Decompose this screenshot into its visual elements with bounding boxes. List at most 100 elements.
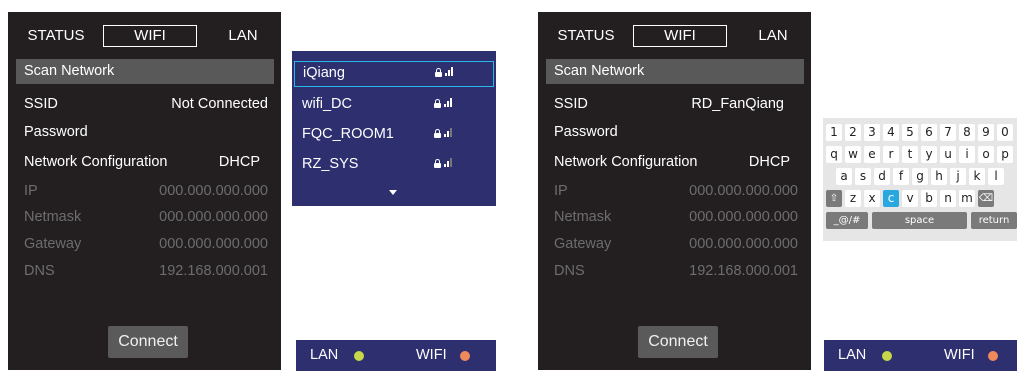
wifi-signal-icon [444,128,454,137]
network-name: iQiang [303,65,345,81]
ip-label: IP [554,183,568,199]
key-backspace[interactable]: ⌫ [978,190,994,207]
key-2[interactable]: 2 [845,124,861,141]
key-q[interactable]: q [826,146,842,163]
ip-row: IP 000.000.000.000 [554,181,806,201]
ssid-row[interactable]: SSID RD_FanQiang [554,94,806,114]
key-i[interactable]: i [959,146,975,163]
key-t[interactable]: t [902,146,918,163]
key-m[interactable]: m [959,190,975,207]
key-4[interactable]: 4 [883,124,899,141]
key-f[interactable]: f [893,168,909,185]
wifi-status-label: WIFI [944,347,975,363]
key-n[interactable]: n [940,190,956,207]
key-0[interactable]: 0 [997,124,1013,141]
tab-lan[interactable]: LAN [213,25,273,47]
ip-value: 000.000.000.000 [689,183,798,199]
dns-value: 192.168.000.001 [159,263,268,279]
network-name: FQC_ROOM1 [302,126,394,142]
gateway-row: Gateway 000.000.000.000 [554,234,806,254]
network-config-row[interactable]: Network Configuration DHCP [24,152,276,172]
ssid-value: RD_FanQiang [691,96,784,112]
network-item-wifi-dc[interactable]: wifi_DC [294,91,494,117]
network-name: wifi_DC [302,96,352,112]
lock-icon [434,129,441,138]
dns-label: DNS [554,263,585,279]
connect-button[interactable]: Connect [638,326,718,358]
tab-status[interactable]: STATUS [16,25,96,47]
ssid-row[interactable]: SSID Not Connected [24,94,276,114]
lan-status-dot [882,351,892,361]
password-row[interactable]: Password [24,122,276,142]
key-g[interactable]: g [912,168,928,185]
key-u[interactable]: u [940,146,956,163]
key-j[interactable]: j [950,168,966,185]
key-w[interactable]: w [845,146,861,163]
network-config-value: DHCP [218,154,260,170]
netmask-value: 000.000.000.000 [689,209,798,225]
key-a[interactable]: a [836,168,852,185]
key-v[interactable]: v [902,190,918,207]
signal-indicator [434,151,454,177]
key-9[interactable]: 9 [978,124,994,141]
key-5[interactable]: 5 [902,124,918,141]
network-config-label: Network Configuration [24,154,168,170]
network-item-iqiang[interactable]: iQiang [294,61,494,87]
lock-icon [435,68,442,77]
key-symbols[interactable]: _@/# [826,212,868,229]
network-config-row[interactable]: Network Configuration DHCP [554,152,806,172]
key-x[interactable]: x [864,190,880,207]
key-o[interactable]: o [978,146,994,163]
key-c[interactable]: c [883,190,899,207]
wifi-signal-icon [445,67,455,76]
scroll-down-icon[interactable] [389,190,397,195]
gateway-row: Gateway 000.000.000.000 [24,234,276,254]
tab-bar: STATUS WIFI LAN [538,25,811,47]
connect-button[interactable]: Connect [108,326,188,358]
dns-row: DNS 192.168.000.001 [24,261,276,281]
key-8[interactable]: 8 [959,124,975,141]
network-item-fqc-room1[interactable]: FQC_ROOM1 [294,121,494,147]
scan-network-button[interactable]: Scan Network [16,59,274,84]
network-list-dropdown: iQiang wifi_DC FQC_ROOM1 RZ_SYS [292,51,496,206]
network-config-value: DHCP [748,154,790,170]
key-e[interactable]: e [864,146,880,163]
key-l[interactable]: l [988,168,1004,185]
netmask-label: Netmask [554,209,612,225]
key-6[interactable]: 6 [921,124,937,141]
key-d[interactable]: d [874,168,890,185]
key-1[interactable]: 1 [826,124,842,141]
key-h[interactable]: h [931,168,947,185]
password-row[interactable]: Password [554,122,806,142]
key-space[interactable]: space [872,212,967,229]
wifi-status-dot [460,351,470,361]
key-y[interactable]: y [921,146,937,163]
scan-network-button[interactable]: Scan Network [546,59,804,84]
key-return[interactable]: return [971,212,1017,229]
ssid-value: Not Connected [171,96,268,112]
tab-wifi[interactable]: WIFI [103,25,197,47]
key-r[interactable]: r [883,146,899,163]
key-b[interactable]: b [921,190,937,207]
tab-status[interactable]: STATUS [546,25,626,47]
wifi-settings-panel-right: STATUS WIFI LAN Scan Network SSID RD_Fan… [538,12,811,370]
wifi-status-label: WIFI [416,347,447,363]
key-3[interactable]: 3 [864,124,880,141]
on-screen-keyboard: 1234567890 qwertyuiop asdfghjkl ⇧ z x c v b n m… [823,118,1017,241]
key-z[interactable]: z [845,190,861,207]
connection-status-bar: LAN WIFI [824,340,1017,371]
key-shift[interactable]: ⇧ [826,190,842,207]
key-k[interactable]: k [969,168,985,185]
key-s[interactable]: s [855,168,871,185]
tab-wifi[interactable]: WIFI [633,25,727,47]
tab-lan[interactable]: LAN [743,25,803,47]
netmask-row: Netmask 000.000.000.000 [554,207,806,227]
dns-row: DNS 192.168.000.001 [554,261,806,281]
ssid-label: SSID [554,96,588,112]
network-item-rz-sys[interactable]: RZ_SYS [294,151,494,177]
lan-status-label: LAN [838,347,867,363]
key-7[interactable]: 7 [940,124,956,141]
key-p[interactable]: p [997,146,1013,163]
wifi-signal-icon [444,158,454,167]
tab-bar: STATUS WIFI LAN [8,25,281,47]
